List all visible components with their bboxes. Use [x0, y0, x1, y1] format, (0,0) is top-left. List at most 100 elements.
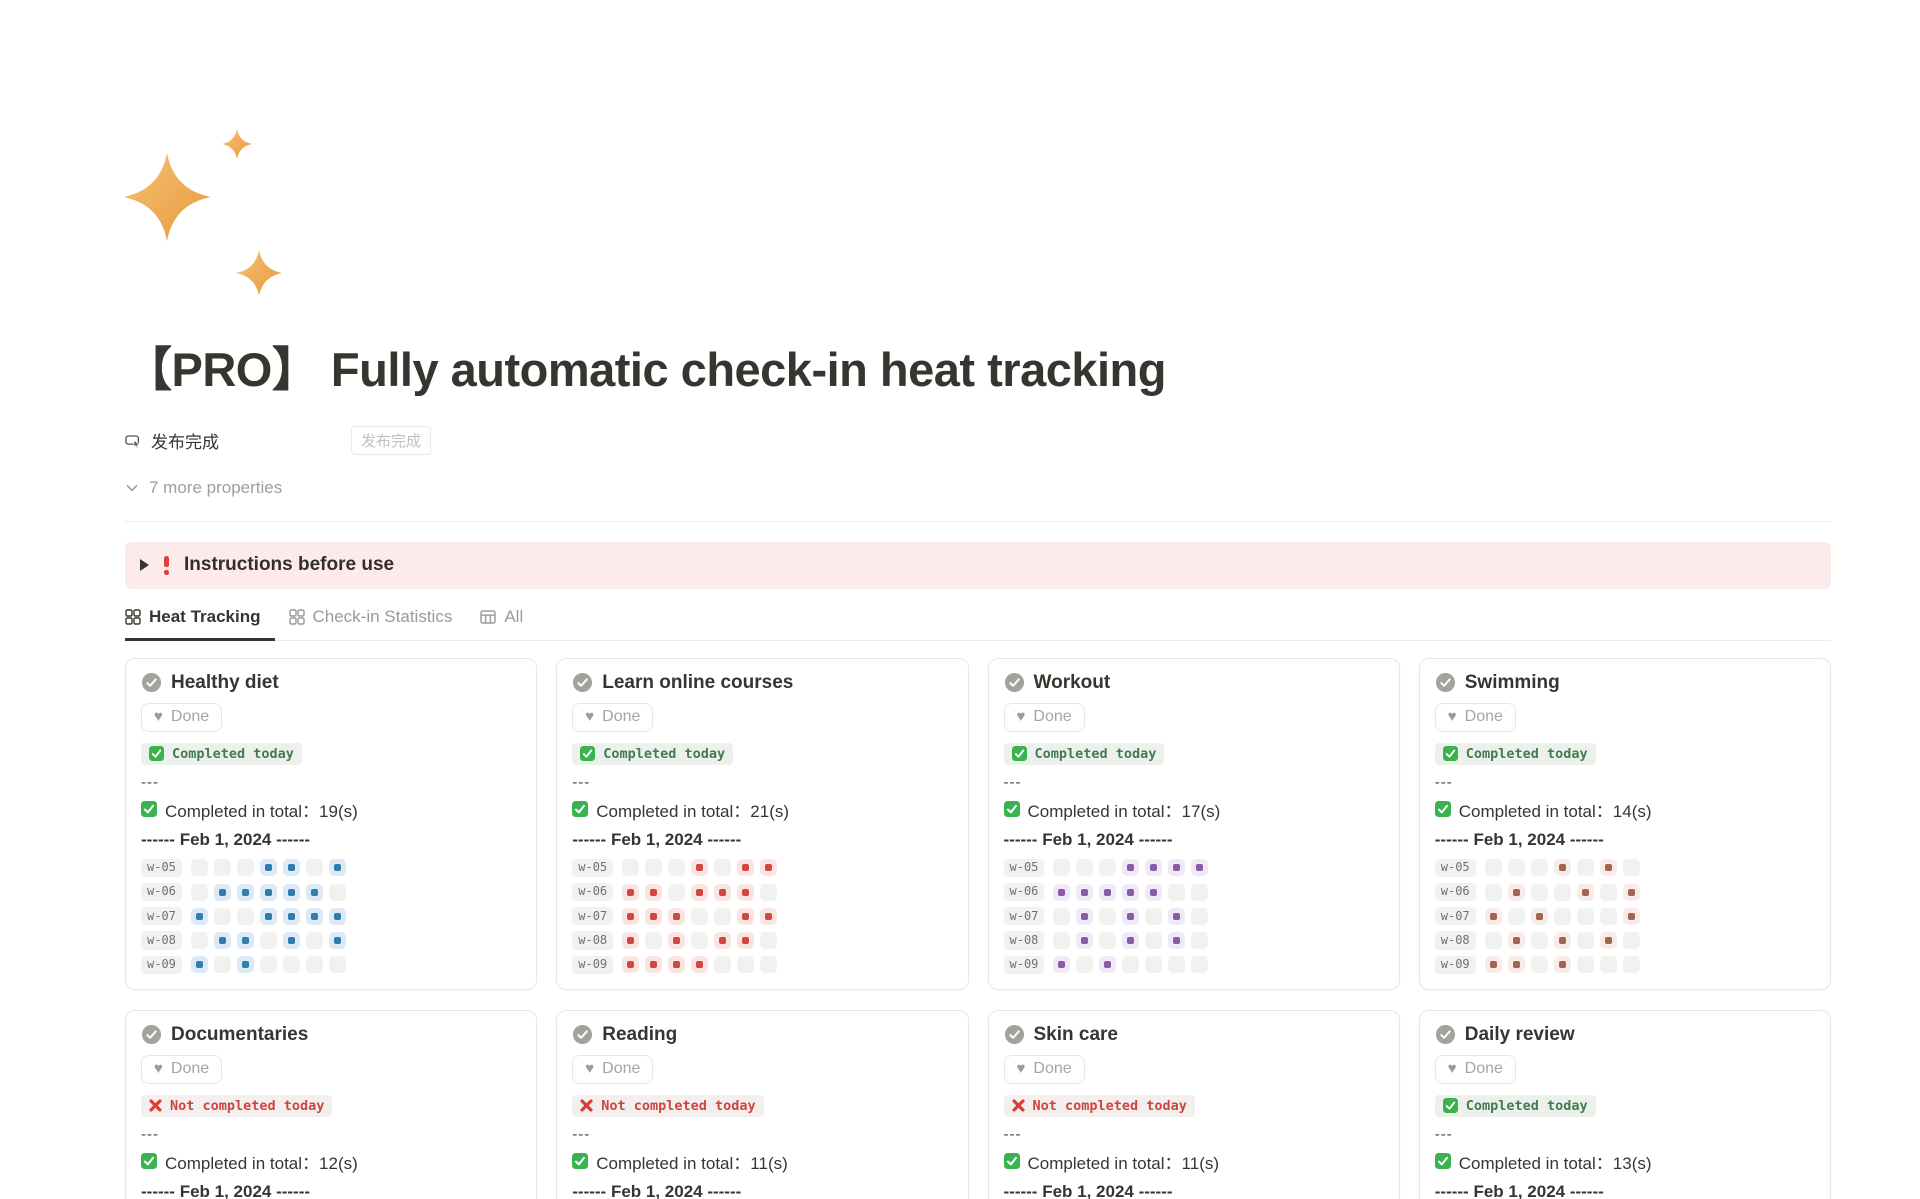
heart-icon: ♥ — [585, 1061, 594, 1076]
toggle-triangle-icon[interactable] — [140, 559, 149, 571]
heat-cell — [1076, 932, 1093, 949]
today-status-label: Not completed today — [601, 1098, 755, 1114]
done-button-label: Done — [171, 708, 209, 726]
today-status-badge: Completed today — [141, 743, 302, 765]
heat-cell — [1600, 908, 1617, 925]
heat-cell — [1099, 884, 1116, 901]
done-button-label: Done — [602, 1060, 640, 1078]
habit-card[interactable]: Documentaries♥DoneNot completed today---… — [125, 1010, 537, 1199]
heat-grid: w-05w-06w-07w-08w-09 — [572, 859, 777, 974]
week-label: w-07 — [572, 907, 613, 925]
more-properties-label: 7 more properties — [149, 478, 282, 498]
week-label: w-05 — [141, 859, 182, 877]
heat-cell — [1577, 908, 1594, 925]
done-button[interactable]: ♥ Done — [572, 1055, 653, 1084]
heat-cell — [1600, 956, 1617, 973]
done-button-label: Done — [1033, 708, 1071, 726]
notion-page: 【PRO】 Fully automatic check-in heat trac… — [125, 120, 1831, 1199]
habit-card[interactable]: Skin care♥DoneNot completed today---Comp… — [988, 1010, 1400, 1199]
cross-emoji-icon — [149, 1099, 162, 1112]
habit-card[interactable]: Swimming♥DoneCompleted today---Completed… — [1419, 658, 1831, 990]
heat-cell — [191, 956, 208, 973]
total-row: Completed in total：13(s) — [1435, 1149, 1652, 1174]
heat-cell — [260, 859, 277, 876]
heat-cell — [1554, 884, 1571, 901]
property-button[interactable]: 发布完成 — [125, 428, 219, 453]
card-title-row: Daily review — [1435, 1024, 1575, 1046]
done-button[interactable]: ♥Done — [1435, 1055, 1516, 1084]
done-circle-icon — [1435, 1024, 1456, 1045]
heat-cell — [237, 908, 254, 925]
week-label: w-09 — [141, 956, 182, 974]
habit-card[interactable]: Daily review♥DoneCompleted today---Compl… — [1419, 1010, 1831, 1199]
heat-grid: w-05w-06w-07w-08w-09 — [1435, 859, 1640, 974]
done-button[interactable]: ♥Done — [141, 703, 222, 732]
heat-cell — [1122, 859, 1139, 876]
total-count: 12 — [319, 1154, 338, 1173]
tab-heat-tracking[interactable]: Heat Tracking — [125, 597, 275, 641]
today-status-label: Completed today — [172, 746, 294, 762]
card-title: Reading — [602, 1024, 677, 1046]
total-row: Completed in total：11(s) — [572, 1149, 788, 1174]
done-button[interactable]: ♥Done — [1004, 1055, 1085, 1084]
heat-row: w-07 — [1004, 907, 1209, 925]
habit-card[interactable]: Healthy diet♥DoneCompleted today---Compl… — [125, 658, 537, 990]
heat-cell — [1623, 956, 1640, 973]
total-text: Completed in total：14(s) — [1459, 797, 1652, 822]
done-circle-icon — [1435, 672, 1456, 693]
total-text: Completed in total：13(s) — [1459, 1149, 1652, 1174]
tab-checkin-statistics[interactable]: Check-in Statistics — [289, 597, 467, 641]
habit-card[interactable]: Learn online courses♥DoneCompleted today… — [556, 658, 968, 990]
week-label: w-05 — [1435, 859, 1476, 877]
heat-cell — [283, 956, 300, 973]
heat-cell — [1623, 859, 1640, 876]
week-label: w-06 — [572, 883, 613, 901]
tab-all[interactable]: All — [480, 597, 537, 641]
done-circle-icon — [1004, 672, 1025, 693]
heat-cell — [737, 884, 754, 901]
heat-cell — [329, 884, 346, 901]
check-emoji-icon — [1004, 1153, 1020, 1169]
heat-cell — [622, 908, 639, 925]
today-status-label: Completed today — [1466, 1098, 1588, 1114]
table-view-icon — [480, 609, 496, 625]
heat-cell — [329, 908, 346, 925]
heat-cell — [1554, 859, 1571, 876]
heat-cell — [1577, 932, 1594, 949]
heat-cell — [691, 908, 708, 925]
total-text: Completed in total：11(s) — [596, 1149, 788, 1174]
card-title: Learn online courses — [602, 672, 793, 694]
heat-cell — [214, 908, 231, 925]
heat-cell — [691, 956, 708, 973]
total-row: Completed in total：17(s) — [1004, 797, 1221, 822]
heat-cell — [1053, 859, 1070, 876]
heat-row: w-06 — [1004, 883, 1209, 901]
cards-grid: Healthy diet♥DoneCompleted today---Compl… — [125, 658, 1831, 1199]
heat-cell — [1122, 956, 1139, 973]
done-button[interactable]: ♥Done — [141, 1055, 222, 1084]
heat-cell — [645, 956, 662, 973]
page-emoji sparkles-icon[interactable] — [125, 120, 285, 297]
today-status-label: Not completed today — [170, 1098, 324, 1114]
done-button[interactable]: ♥Done — [1004, 703, 1085, 732]
page-title[interactable]: 【PRO】 Fully automatic check-in heat trac… — [125, 341, 1831, 400]
property-value-tag[interactable]: 发布完成 — [351, 426, 431, 455]
total-row: Completed in total：21(s) — [572, 797, 789, 822]
done-button[interactable]: ♥Done — [572, 703, 653, 732]
check-emoji-icon — [1443, 1098, 1458, 1113]
heat-cell — [1053, 956, 1070, 973]
week-label: w-06 — [1004, 883, 1045, 901]
heart-icon: ♥ — [1448, 1061, 1457, 1076]
habit-card[interactable]: Reading♥DoneNot completed today---Comple… — [556, 1010, 968, 1199]
heat-cell — [1577, 884, 1594, 901]
date-heading: ------ Feb 1, 2024 ------ — [141, 1182, 310, 1199]
date-heading: ------ Feb 1, 2024 ------ — [572, 1182, 741, 1199]
done-button[interactable]: ♥Done — [1435, 703, 1516, 732]
heat-row: w-05 — [141, 859, 346, 877]
total-count: 21 — [750, 802, 769, 821]
separator-text: --- — [141, 774, 159, 791]
habit-card[interactable]: Workout♥DoneCompleted today---Completed … — [988, 658, 1400, 990]
card-title: Swimming — [1465, 672, 1560, 694]
total-count: 11 — [1182, 1154, 1200, 1173]
more-properties-toggle[interactable]: 7 more properties — [125, 478, 1831, 498]
